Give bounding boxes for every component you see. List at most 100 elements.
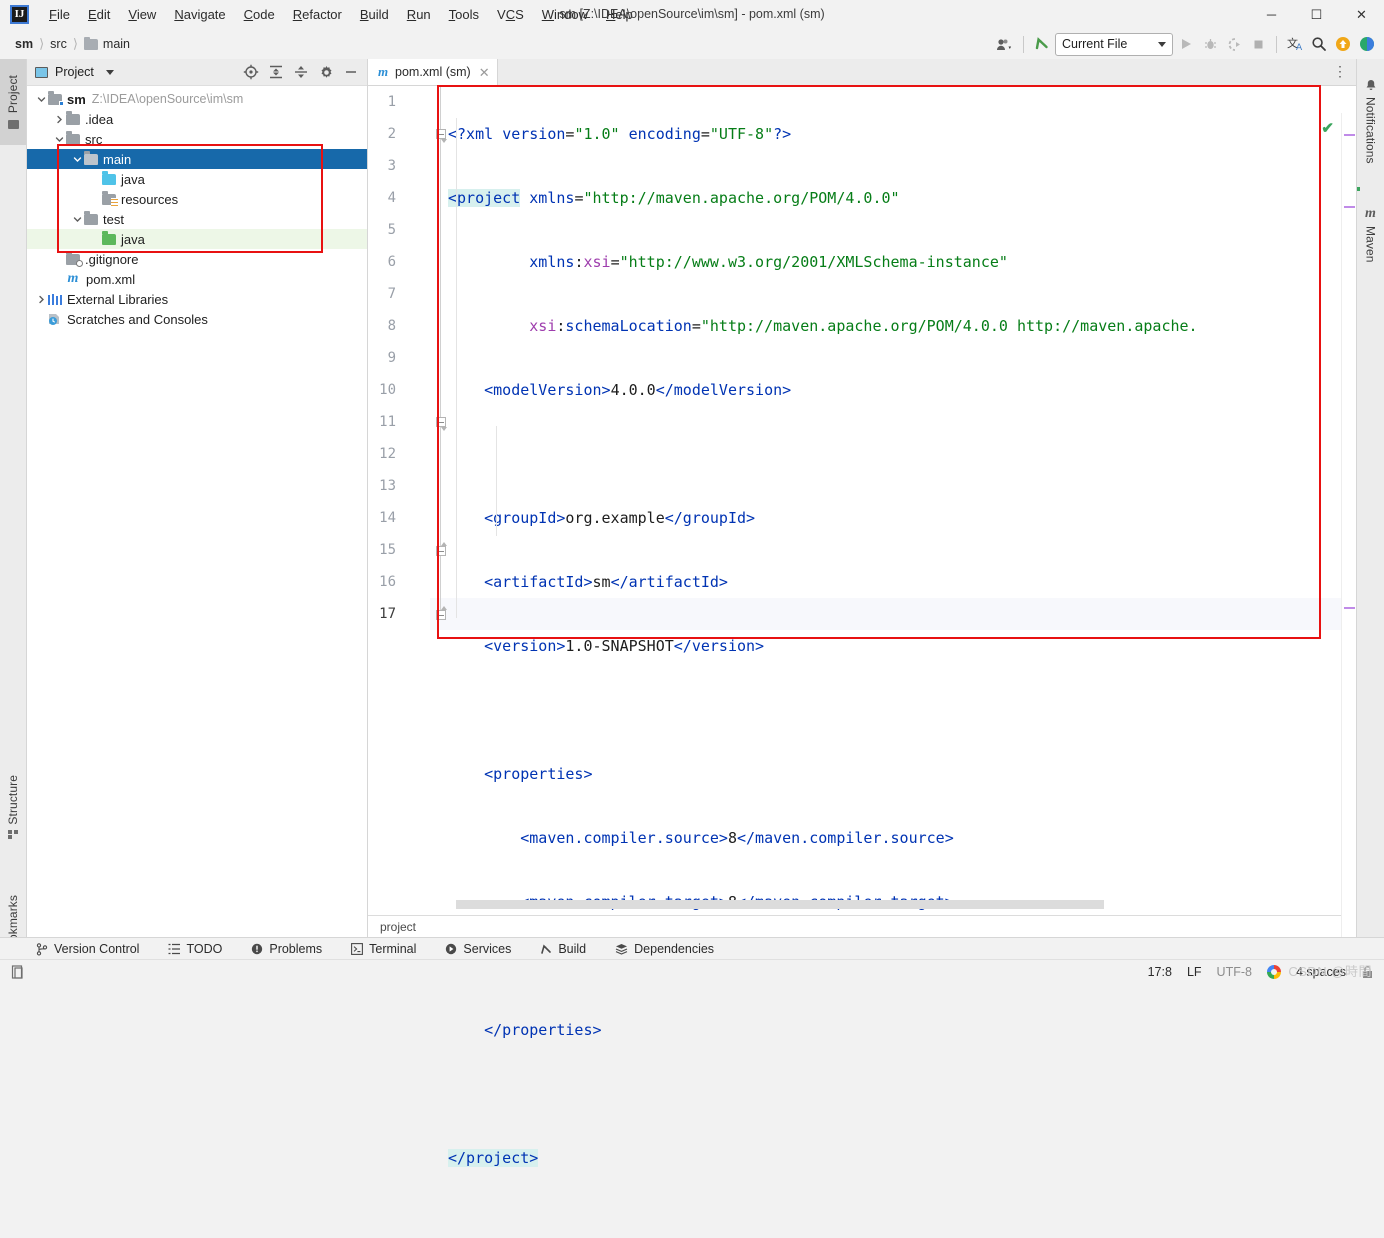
status-encoding[interactable]: UTF-8	[1217, 965, 1252, 979]
menu-code[interactable]: Code	[235, 3, 284, 27]
settings-icon[interactable]	[314, 61, 338, 83]
code-line-17: </project>	[448, 1149, 539, 1167]
fold-marker-project-open[interactable]	[436, 129, 447, 143]
maximize-button[interactable]: ☐	[1294, 0, 1339, 29]
collapse-all-icon[interactable]	[289, 61, 313, 83]
read-only-lock-icon[interactable]	[1361, 965, 1374, 980]
run-coverage-icon[interactable]	[1223, 33, 1245, 55]
fold-marker-properties-open[interactable]	[436, 417, 447, 431]
menu-window[interactable]: Window	[533, 3, 597, 27]
menu-view[interactable]: View	[119, 3, 165, 27]
svg-text:A: A	[1296, 43, 1303, 52]
error-stripe-marker-column[interactable]	[1341, 113, 1356, 965]
updates-icon[interactable]	[1031, 33, 1053, 55]
google-icon[interactable]	[1266, 965, 1281, 979]
code-text[interactable]: <?xml version="1.0" encoding="UTF-8"?> <…	[448, 86, 1356, 1238]
bell-icon	[1366, 79, 1375, 90]
tree-label-main: main	[103, 151, 132, 167]
minimize-button[interactable]: ─	[1249, 0, 1294, 29]
memory-indicator-icon[interactable]	[10, 964, 26, 980]
folder-icon	[66, 111, 80, 125]
status-caret-position[interactable]: 17:8	[1148, 965, 1172, 979]
expand-all-icon[interactable]	[264, 61, 288, 83]
title-bar: IJ File Edit View Navigate Code Refactor…	[0, 0, 1384, 30]
bottom-label-version-control: Version Control	[54, 942, 140, 956]
update-project-icon[interactable]	[1332, 33, 1354, 55]
debug-icon[interactable]	[1199, 33, 1221, 55]
menu-tools[interactable]: Tools	[440, 3, 488, 27]
stripe-marker	[1344, 206, 1355, 208]
tree-item-pom-xml[interactable]: m pom.xml	[27, 269, 367, 289]
tree-item-gitignore[interactable]: .gitignore	[27, 249, 367, 269]
fold-marker-project-end[interactable]	[436, 606, 447, 620]
chevron-down-icon[interactable]	[71, 153, 84, 166]
breadcrumb-item-src[interactable]: src	[47, 35, 70, 53]
bottom-item-problems[interactable]: Problems	[247, 940, 326, 958]
menu-refactor[interactable]: Refactor	[284, 3, 351, 27]
editor-tab-pom-xml[interactable]: m pom.xml (sm) ✕	[368, 59, 498, 85]
horizontal-scrollbar-track[interactable]	[448, 900, 1356, 909]
run-icon[interactable]	[1175, 33, 1197, 55]
menu-build[interactable]: Build	[351, 3, 398, 27]
tree-item-main-java[interactable]: java	[27, 169, 367, 189]
menu-vcs[interactable]: VCS	[488, 3, 533, 27]
tree-item-sm[interactable]: sm Z:\IDEA\openSource\im\sm	[27, 89, 367, 109]
close-button[interactable]: ✕	[1339, 0, 1384, 29]
breadcrumb-item-main[interactable]: main	[81, 35, 133, 53]
inspection-ok-check-icon[interactable]: ✔	[1321, 119, 1334, 137]
tree-item-main[interactable]: main	[27, 149, 367, 169]
tree-item-scratches[interactable]: Scratches and Consoles	[27, 309, 367, 329]
bottom-item-version-control[interactable]: Version Control	[32, 940, 143, 958]
translate-icon[interactable]: 文A	[1284, 33, 1306, 55]
status-line-separator[interactable]: LF	[1187, 965, 1202, 979]
editor-gutter[interactable]: 1 2 3 4 5 6 7 8 9 10 11 12 13 14 15 16 1…	[368, 86, 430, 938]
editor-options-icon[interactable]: ⋮	[1333, 63, 1348, 80]
search-icon[interactable]	[1308, 33, 1330, 55]
status-indent[interactable]: 4 spaces	[1296, 965, 1346, 979]
editor-breadcrumb[interactable]: project	[368, 915, 1356, 938]
stripe-label-structure: Structure	[6, 774, 20, 825]
sidebar-item-maven[interactable]: m Maven	[1357, 189, 1384, 279]
sidebar-item-structure[interactable]: Structure	[0, 759, 26, 855]
menu-run[interactable]: Run	[398, 3, 440, 27]
chevron-right-icon[interactable]	[53, 113, 66, 126]
libraries-icon	[48, 293, 62, 305]
user-dropdown-icon[interactable]	[994, 33, 1016, 55]
project-tree[interactable]: sm Z:\IDEA\openSource\im\sm .idea src ma…	[27, 86, 367, 938]
horizontal-scrollbar-thumb[interactable]	[456, 900, 1104, 909]
menu-help[interactable]: Help	[597, 3, 642, 27]
chevron-down-icon[interactable]	[105, 69, 114, 75]
bottom-item-dependencies[interactable]: Dependencies	[611, 940, 718, 958]
hide-panel-icon[interactable]	[339, 61, 363, 83]
fold-marker-properties-end[interactable]	[436, 542, 447, 556]
run-configuration-selector[interactable]: Current File	[1055, 32, 1173, 56]
bottom-item-services[interactable]: Services	[441, 940, 515, 958]
tree-item-src[interactable]: src	[27, 129, 367, 149]
stop-icon[interactable]	[1247, 33, 1269, 55]
bottom-item-build[interactable]: Build	[536, 940, 590, 958]
window-controls: ─ ☐ ✕	[1249, 0, 1384, 29]
ide-feature-icon[interactable]	[1356, 33, 1378, 55]
chevron-down-icon[interactable]	[35, 93, 48, 106]
chevron-down-icon[interactable]	[71, 213, 84, 226]
menu-edit[interactable]: Edit	[79, 3, 119, 27]
menu-file[interactable]: File	[40, 3, 79, 27]
sidebar-item-project[interactable]: Project	[0, 59, 26, 145]
tree-item-external-libraries[interactable]: External Libraries	[27, 289, 367, 309]
menu-navigate[interactable]: Navigate	[165, 3, 234, 27]
tree-item-resources[interactable]: resources	[27, 189, 367, 209]
chevron-right-icon[interactable]	[35, 293, 48, 306]
breadcrumb-item-sm[interactable]: sm	[12, 35, 36, 53]
sidebar-item-notifications[interactable]: Notifications	[1357, 61, 1384, 181]
tree-item-idea[interactable]: .idea	[27, 109, 367, 129]
bottom-item-todo[interactable]: TODO	[164, 940, 226, 958]
locate-icon[interactable]	[239, 61, 263, 83]
tree-item-test[interactable]: test	[27, 209, 367, 229]
chevron-down-icon[interactable]	[53, 133, 66, 146]
bottom-item-terminal[interactable]: Terminal	[347, 940, 420, 958]
tree-item-test-java[interactable]: java	[27, 229, 367, 249]
toolbar-separator	[1023, 35, 1024, 53]
code-editor[interactable]: 1 2 3 4 5 6 7 8 9 10 11 12 13 14 15 16 1…	[368, 86, 1356, 1167]
breadcrumb-separator: ⟩	[72, 36, 78, 51]
close-icon[interactable]: ✕	[479, 66, 490, 79]
